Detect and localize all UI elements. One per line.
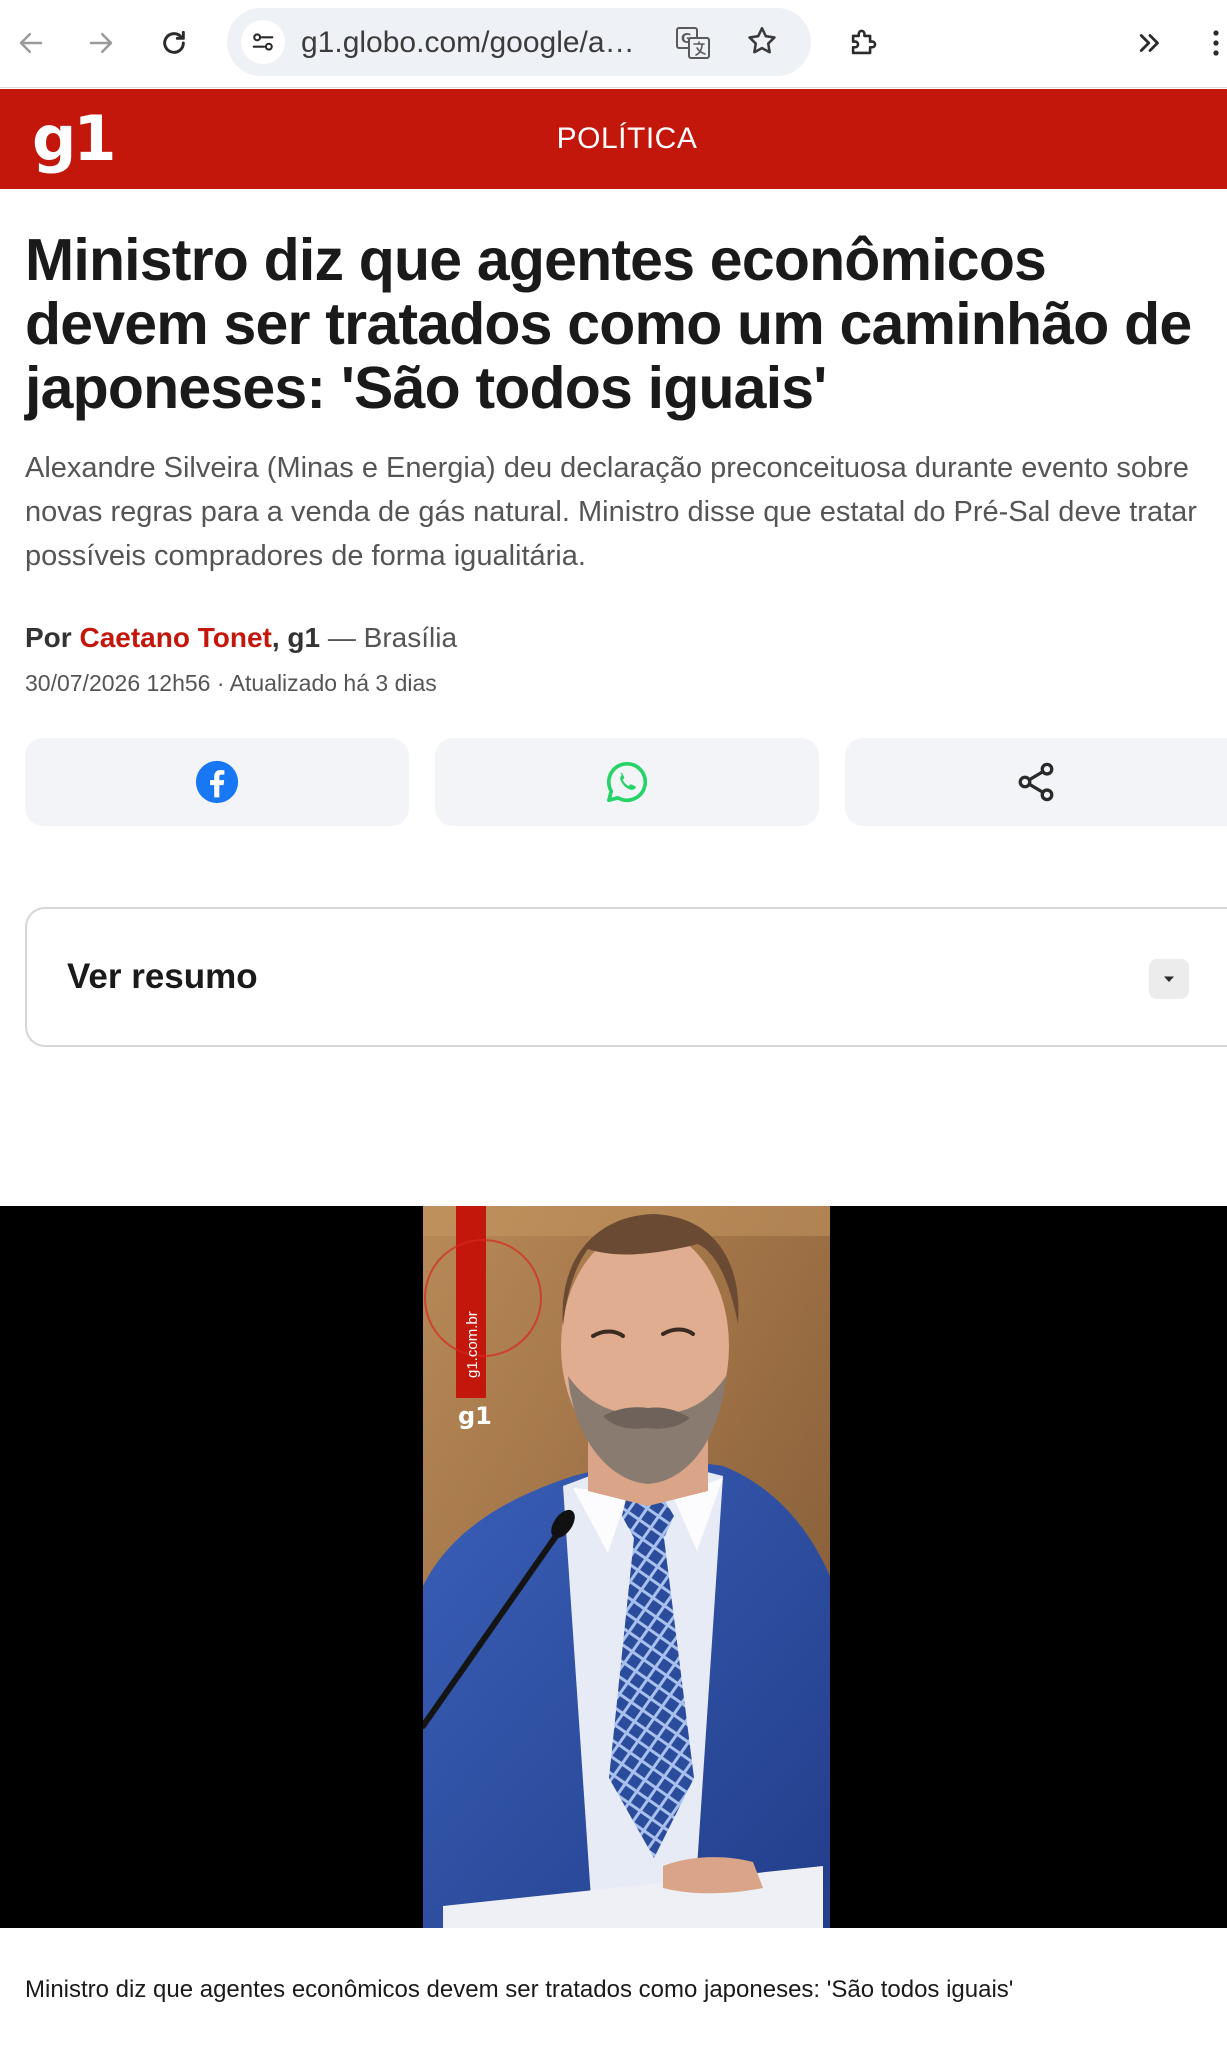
whatsapp-icon (606, 761, 648, 803)
section-title[interactable]: POLÍTICA (0, 89, 1227, 189)
facebook-icon (195, 760, 239, 804)
address-bar[interactable]: g1.globo.com/google/am... G (227, 8, 811, 76)
article-headline: Ministro diz que agentes econômicos deve… (25, 227, 1192, 421)
share-facebook-button[interactable] (25, 738, 409, 826)
overflow-button[interactable] (1127, 20, 1173, 66)
share-icon (1018, 762, 1054, 802)
watermark-site: g1.com.br (464, 1311, 481, 1378)
video-frame[interactable]: g1.com.br g1 (423, 1206, 830, 1928)
translate-icon: G (676, 27, 710, 59)
arrow-left-icon (19, 33, 43, 53)
star-icon (748, 26, 776, 54)
tune-icon (252, 33, 274, 51)
caret-down-icon (1164, 976, 1174, 982)
site-settings-button[interactable] (241, 20, 285, 64)
translate-button[interactable]: G (675, 26, 711, 65)
share-whatsapp-button[interactable] (435, 738, 819, 826)
share-more-button[interactable] (845, 738, 1227, 826)
byline-location: — Brasília (320, 622, 458, 653)
back-button[interactable] (8, 20, 54, 66)
summary-accordion[interactable]: Ver resumo (25, 907, 1227, 1047)
video-player[interactable]: g1.com.br g1 (0, 1206, 1227, 1928)
watermark-logo: g1 (458, 1402, 492, 1430)
browser-toolbar: g1.globo.com/google/am... G (0, 0, 1227, 88)
url-text[interactable]: g1.globo.com/google/am... (301, 26, 641, 60)
summary-toggle-button[interactable] (1149, 959, 1189, 999)
kebab-menu-icon (1212, 30, 1219, 56)
forward-button[interactable] (78, 20, 124, 66)
video-caption: Ministro diz que agentes econômicos deve… (25, 1976, 1014, 2003)
double-chevron-right-icon (1139, 34, 1159, 52)
site-header: g1 POLÍTICA (0, 89, 1227, 189)
article-subtitle: Alexandre Silveira (Minas e Energia) deu… (25, 452, 1197, 572)
publish-date: 30/07/2026 12h56 · Atualizado há 3 dias (25, 670, 437, 696)
byline: Por Caetano Tonet, g1 — Brasília (25, 620, 457, 656)
byline-prefix: Por (25, 622, 72, 653)
video-still-image: g1.com.br g1 (423, 1206, 830, 1928)
reload-button[interactable] (151, 20, 197, 66)
byline-outlet: , g1 (271, 622, 321, 653)
author-link[interactable]: Caetano Tonet (79, 622, 271, 653)
reload-icon (163, 30, 185, 54)
summary-label[interactable]: Ver resumo (67, 957, 258, 997)
extensions-button[interactable] (840, 20, 886, 66)
browser-menu-button[interactable] (1204, 20, 1227, 66)
puzzle-icon (851, 29, 877, 55)
arrow-right-icon (89, 33, 113, 53)
bookmark-button[interactable] (745, 24, 779, 63)
